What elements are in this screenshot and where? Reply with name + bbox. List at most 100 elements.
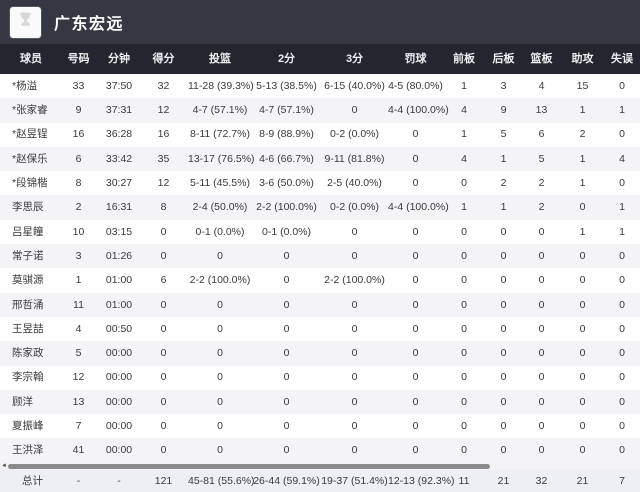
- stat-cell: 9-11 (81.8%): [321, 154, 388, 165]
- stat-cell: 0: [522, 421, 561, 432]
- stat-cell: 16:31: [99, 202, 139, 213]
- stat-cell: 16: [58, 129, 99, 140]
- total-cell: 21: [485, 476, 522, 487]
- player-name: 邢哲涌: [0, 300, 58, 311]
- stat-cell: 0: [522, 397, 561, 408]
- stat-cell: 5: [522, 154, 561, 165]
- column-header-11: 助攻: [561, 54, 604, 65]
- table-row: *段锦楷830:27125-11 (45.5%)3-6 (50.0%)2-5 (…: [0, 171, 640, 195]
- team-logo: [10, 7, 41, 38]
- stat-cell: 0-1 (0.0%): [188, 227, 252, 238]
- stat-cell: 12: [139, 105, 188, 116]
- stat-cell: 4: [443, 105, 485, 116]
- column-header-2: 分钟: [99, 54, 139, 65]
- total-cell: -: [58, 476, 99, 487]
- stat-cell: 0: [522, 251, 561, 262]
- stat-cell: 4-6 (66.7%): [252, 154, 321, 165]
- column-header-0: 球员: [0, 54, 58, 65]
- stat-cell: 5-11 (45.5%): [188, 178, 252, 189]
- stat-cell: 0-2 (0.0%): [321, 202, 388, 213]
- player-name: *段锦楷: [0, 178, 58, 189]
- stat-cell: 0: [252, 397, 321, 408]
- stat-cell: 0: [388, 251, 443, 262]
- player-name: *赵保乐: [0, 154, 58, 165]
- table-body: *杨溢3337:503211-28 (39.3%)5-13 (38.5%)6-1…: [0, 74, 640, 463]
- stat-cell: 0: [561, 202, 604, 213]
- stat-cell: 0: [252, 275, 321, 286]
- stat-cell: 0: [321, 300, 388, 311]
- stat-cell: 0: [388, 397, 443, 408]
- stat-cell: 0: [139, 421, 188, 432]
- stat-cell: 15: [561, 81, 604, 92]
- stat-cell: 0: [485, 421, 522, 432]
- total-cell: 45-81 (55.6%): [188, 476, 252, 487]
- player-name: 王昱喆: [0, 324, 58, 335]
- stat-cell: 1: [58, 275, 99, 286]
- stat-cell: 0: [252, 348, 321, 359]
- stat-cell: 3: [58, 251, 99, 262]
- stat-cell: 0: [522, 445, 561, 456]
- table-row: *赵昱锃1636:28168-11 (72.7%)8-9 (88.9%)0-2 …: [0, 123, 640, 147]
- stat-cell: 4-4 (100.0%): [388, 105, 443, 116]
- stat-cell: 0: [252, 372, 321, 383]
- player-name: *赵昱锃: [0, 129, 58, 140]
- stat-cell: 0: [388, 129, 443, 140]
- stat-cell: 0: [604, 372, 640, 383]
- stat-cell: 0: [443, 445, 485, 456]
- stat-cell: 0: [522, 275, 561, 286]
- stat-cell: 0: [443, 227, 485, 238]
- total-cell: 7: [604, 476, 640, 487]
- stat-cell: 36:28: [99, 129, 139, 140]
- stat-cell: 0: [561, 348, 604, 359]
- column-header-4: 投篮: [188, 54, 252, 65]
- stat-cell: 0: [604, 251, 640, 262]
- stat-cell: 0: [485, 397, 522, 408]
- player-name: 夏振峰: [0, 421, 58, 432]
- stat-cell: 1: [561, 105, 604, 116]
- table-row: 夏振峰700:000000000000: [0, 414, 640, 438]
- stat-cell: 2: [561, 129, 604, 140]
- stat-cell: 0: [139, 348, 188, 359]
- stat-cell: 3: [485, 81, 522, 92]
- stat-cell: 0: [604, 178, 640, 189]
- stat-cell: 00:00: [99, 421, 139, 432]
- column-header-1: 号码: [58, 54, 99, 65]
- stat-cell: 0: [561, 324, 604, 335]
- stat-cell: 0: [485, 227, 522, 238]
- column-header-3: 得分: [139, 54, 188, 65]
- column-header-5: 2分: [252, 54, 321, 65]
- stat-cell: 33: [58, 81, 99, 92]
- column-header-12: 失误: [604, 54, 640, 65]
- stat-cell: 0: [388, 178, 443, 189]
- stat-cell: 0: [139, 324, 188, 335]
- stat-cell: 13-17 (76.5%): [188, 154, 252, 165]
- stat-cell: 0: [321, 251, 388, 262]
- column-header-9: 后板: [485, 54, 522, 65]
- stat-cell: 11-28 (39.3%): [188, 81, 252, 92]
- scrollbar-thumb[interactable]: [8, 464, 490, 469]
- stat-cell: 0: [188, 348, 252, 359]
- stat-cell: 0: [443, 324, 485, 335]
- stat-cell: 2: [522, 202, 561, 213]
- stat-cell: 0: [522, 372, 561, 383]
- stat-cell: 12: [58, 372, 99, 383]
- table-row: 顾洋1300:000000000000: [0, 390, 640, 414]
- page-title: 广东宏远: [54, 10, 124, 34]
- stat-cell: 0: [321, 105, 388, 116]
- stat-cell: 03:15: [99, 227, 139, 238]
- stat-cell: 4: [604, 154, 640, 165]
- stat-cell: 4: [522, 81, 561, 92]
- stat-cell: 0: [388, 324, 443, 335]
- scroll-left-arrow-icon[interactable]: ◄: [1, 463, 7, 470]
- stat-cell: 35: [139, 154, 188, 165]
- stat-cell: 12: [139, 178, 188, 189]
- stat-cell: 0: [522, 324, 561, 335]
- stat-cell: 13: [58, 397, 99, 408]
- total-cell: 11: [443, 476, 485, 487]
- total-cell: 19-37 (51.4%): [321, 476, 388, 487]
- horizontal-scrollbar[interactable]: ◄: [0, 463, 640, 470]
- stat-cell: 0: [388, 275, 443, 286]
- stat-cell: 0: [604, 275, 640, 286]
- stat-cell: 0: [252, 421, 321, 432]
- stat-cell: 1: [604, 105, 640, 116]
